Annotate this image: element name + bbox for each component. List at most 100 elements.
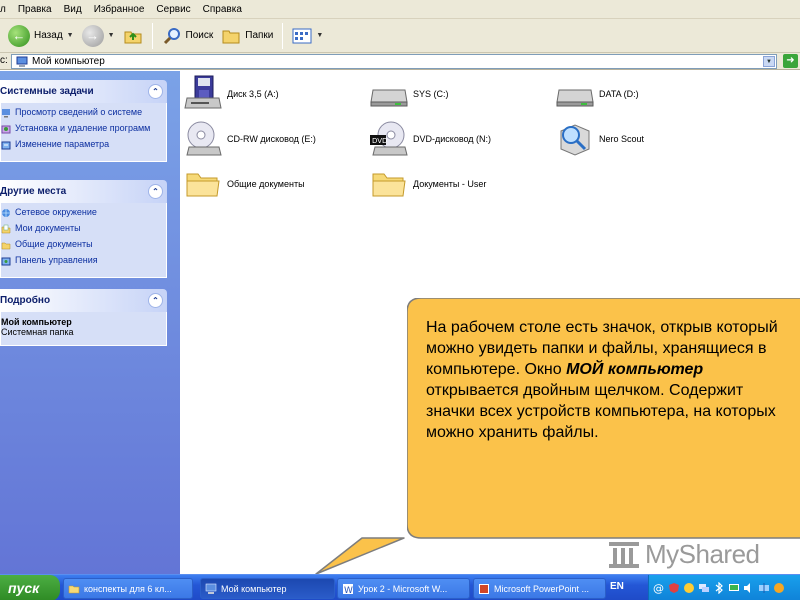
details-header[interactable]: Подробно ⌃	[0, 289, 167, 312]
folder-icon	[1, 242, 11, 250]
taskbar: пуск конспекты для 6 кл... Мой компьютер…	[0, 574, 800, 600]
antivirus-icon[interactable]	[683, 582, 695, 594]
drive-label: SYS (C:)	[413, 89, 449, 99]
taskbar-item-2[interactable]: Мой компьютер	[200, 578, 335, 599]
user-documents-folder[interactable]: Документы - User	[369, 164, 486, 204]
drive-item-c[interactable]: SYS (C:)	[369, 74, 449, 114]
other-places-header[interactable]: Другие места ⌃	[0, 180, 167, 203]
drive-label: Диск 3,5 (A:)	[227, 89, 279, 99]
start-button-label: пуск	[8, 580, 40, 596]
menu-favorites[interactable]: Избранное	[88, 4, 151, 15]
search-button[interactable]: Поиск	[158, 22, 218, 50]
task-view-system-info[interactable]: Просмотр сведений о системе	[1, 107, 166, 118]
shared-documents-folder[interactable]: Общие документы	[183, 164, 305, 204]
details-item-name: Мой компьютер	[1, 317, 72, 327]
drive-label: DVD-дисковод (N:)	[413, 134, 492, 144]
at-sign-icon[interactable]: @	[653, 582, 665, 594]
menu-edit[interactable]: Правка	[12, 4, 58, 15]
details-box: Подробно ⌃ Мой компьютер Системная папка	[0, 289, 167, 346]
other-places-list: Сетевое окружение Мои документы Общие до…	[0, 203, 167, 278]
place-shared-documents[interactable]: Общие документы	[1, 239, 166, 250]
other-places-title: Другие места	[0, 186, 67, 197]
system-tasks-title: Системные задачи	[0, 86, 94, 97]
add-remove-programs-icon	[1, 125, 11, 134]
details-title: Подробно	[0, 295, 51, 306]
go-button[interactable]: ➜	[783, 54, 798, 68]
remove-hardware-icon[interactable]	[758, 582, 770, 594]
watermark-text: MyShared	[645, 538, 760, 569]
update-icon[interactable]	[773, 582, 785, 594]
details-item-type: Системная папка	[1, 327, 74, 337]
powerpoint-icon	[479, 583, 489, 594]
back-dropdown-icon[interactable]: ▼	[67, 32, 74, 39]
task-pane: Системные задачи ⌃ Просмотр сведений о с…	[0, 71, 180, 574]
drive-item-d[interactable]: DATA (D:)	[555, 74, 639, 114]
taskbar-item-3[interactable]: W Урок 2 - Microsoft W...	[337, 578, 470, 599]
word-document-icon: W	[343, 583, 353, 595]
nero-scout-item[interactable]: Nero Scout	[555, 119, 644, 159]
task-add-remove-programs[interactable]: Установка и удаление программ	[1, 123, 166, 134]
svg-text:DVD: DVD	[372, 137, 387, 145]
start-button[interactable]: пуск	[0, 575, 60, 600]
item-label: Nero Scout	[599, 134, 645, 144]
my-computer-small-icon	[205, 583, 217, 594]
drive-item-n[interactable]: DVD DVD-дисковод (N:)	[369, 119, 491, 159]
display-icon[interactable]	[728, 582, 740, 594]
system-tray: @	[648, 575, 800, 600]
menu-view[interactable]: Вид	[58, 4, 88, 15]
folder-icon	[68, 585, 80, 593]
language-indicator[interactable]: EN	[610, 581, 624, 592]
forward-arrow-icon: →	[81, 24, 104, 47]
drive-label: CD-RW дисковод (E:)	[227, 134, 316, 144]
up-folder-icon	[124, 31, 142, 43]
hard-drive-icon	[370, 89, 408, 107]
taskbar-item-4[interactable]: Microsoft PowerPoint ...	[473, 578, 606, 599]
folder-icon	[372, 173, 406, 197]
folder-label: Общие документы	[227, 179, 305, 189]
views-button[interactable]: ▼	[288, 22, 327, 50]
control-panel-icon	[1, 141, 11, 150]
forward-dropdown-icon[interactable]: ▼	[108, 32, 115, 39]
floppy-drive-icon	[184, 75, 222, 109]
collapse-chevron-icon[interactable]: ⌃	[148, 293, 163, 308]
back-button[interactable]: ← Назад ▼	[4, 22, 78, 50]
place-network[interactable]: Сетевое окружение	[1, 207, 166, 218]
callout-text: На рабочем столе есть значок, открыв кот…	[426, 319, 778, 441]
menu-tools[interactable]: Сервис	[150, 4, 196, 15]
place-control-panel[interactable]: Панель управления	[1, 255, 166, 266]
network-icon[interactable]	[698, 582, 710, 594]
folder-label: Документы - User	[413, 179, 487, 189]
taskbar-item-1[interactable]: конспекты для 6 кл...	[63, 578, 193, 599]
views-dropdown-icon[interactable]: ▼	[316, 32, 323, 39]
collapse-chevron-icon[interactable]: ⌃	[148, 84, 163, 99]
control-panel-icon	[1, 257, 11, 266]
callout-emphasis: МОЙ компьютер	[566, 361, 704, 378]
security-icon[interactable]	[668, 582, 680, 594]
hard-drive-icon	[556, 89, 594, 107]
menu-file[interactable]: л	[0, 4, 12, 15]
address-dropdown-icon[interactable]: ▼	[763, 56, 775, 67]
address-field[interactable]: Мой компьютер ▼	[11, 54, 777, 69]
collapse-chevron-icon[interactable]: ⌃	[148, 184, 163, 199]
svg-text:W: W	[344, 586, 353, 595]
folders-button[interactable]: Папки	[217, 22, 277, 50]
up-folder-button[interactable]	[119, 22, 147, 50]
folders-button-label: Папки	[245, 30, 274, 41]
system-tasks-header[interactable]: Системные задачи ⌃	[0, 80, 167, 103]
back-arrow-icon: ←	[8, 24, 30, 47]
menu-help[interactable]: Справка	[197, 4, 248, 15]
drive-item-a[interactable]: Диск 3,5 (A:)	[183, 74, 279, 114]
bluetooth-icon[interactable]	[713, 582, 725, 594]
dvd-drive-icon: DVD	[370, 121, 408, 156]
volume-icon[interactable]	[743, 582, 755, 594]
system-info-icon	[2, 109, 10, 118]
forward-button[interactable]: → ▼	[78, 22, 119, 50]
network-icon	[2, 209, 10, 217]
task-change-setting[interactable]: Изменение параметра	[1, 139, 166, 150]
drive-item-e[interactable]: CD-RW дисковод (E:)	[183, 119, 316, 159]
address-value: Мой компьютер	[32, 56, 105, 67]
details-content: Мой компьютер Системная папка	[0, 312, 167, 346]
address-bar: с: Мой компьютер ▼ ➜	[0, 53, 800, 70]
drive-label: DATA (D:)	[599, 89, 639, 99]
place-my-documents[interactable]: Мои документы	[1, 223, 166, 234]
